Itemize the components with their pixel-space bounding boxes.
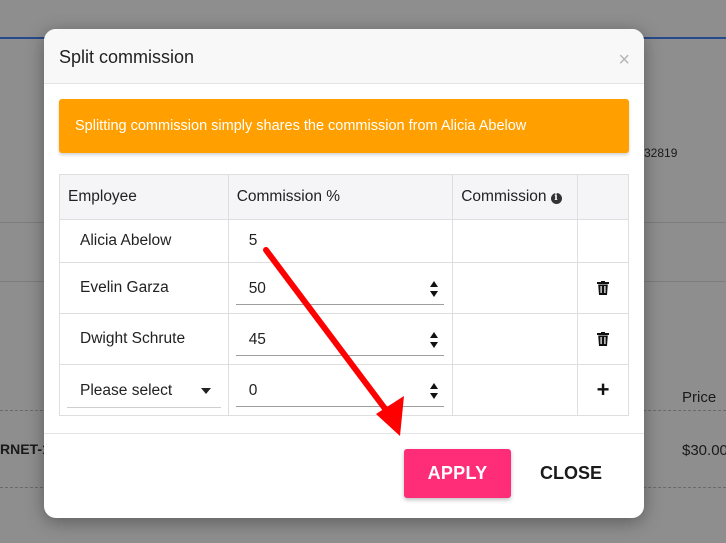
caret-down-icon — [200, 388, 211, 394]
table-row: Evelin Garza 50 — [59, 262, 629, 314]
commission-percent-value: 50 — [248, 280, 266, 297]
commission-percent-value: 0 — [248, 382, 258, 399]
commission-percent-input[interactable]: 45 — [235, 323, 445, 356]
table-row: Dwight Schrute 45 — [59, 313, 629, 365]
employee-name: Evelin Garza — [80, 279, 169, 296]
plus-icon[interactable]: + — [597, 379, 610, 401]
actions-header — [577, 174, 629, 220]
commission-table: Employee Commission % Commission i Alicia… — [59, 174, 629, 416]
bg-row-price: $30.00 — [682, 442, 726, 459]
trash-icon[interactable] — [597, 281, 610, 295]
employee-select[interactable]: Please select — [67, 374, 221, 408]
bg-id-fragment: 32819 — [644, 146, 678, 160]
modal-footer: APPLY CLOSE — [44, 433, 644, 518]
employee-select-value: Please select — [80, 382, 173, 399]
commission-percent-input[interactable]: 0 — [235, 374, 445, 407]
apply-button[interactable]: APPLY — [404, 449, 511, 498]
commission-header: Commission i — [452, 174, 579, 220]
number-spinner[interactable] — [430, 280, 440, 298]
modal-header: Split commission × — [44, 29, 644, 84]
commission-percent: 5 — [248, 232, 258, 249]
commission-pct-header: Commission % — [227, 174, 454, 220]
close-button[interactable]: CLOSE — [526, 449, 616, 498]
commission-percent-value: 45 — [248, 331, 266, 348]
split-commission-modal: Split commission × Splitting commission … — [44, 29, 644, 518]
number-spinner[interactable] — [430, 331, 440, 349]
employee-header-label: Employee — [68, 188, 137, 205]
new-split-row: Please select 0 + — [59, 364, 629, 416]
warning-alert: Splitting commission simply shares the c… — [59, 99, 629, 153]
trash-icon[interactable] — [597, 332, 610, 346]
employee-name: Dwight Schrute — [80, 330, 186, 347]
modal-title: Split commission — [59, 47, 195, 67]
table-header-row: Employee Commission % Commission i — [59, 174, 629, 220]
commission-header-label: Commission — [461, 188, 547, 205]
commission-pct-header-label: Commission % — [236, 188, 341, 205]
employee-name: Alicia Abelow — [80, 232, 172, 249]
commission-percent-input[interactable]: 50 — [235, 272, 445, 305]
bg-price-header: Price — [682, 389, 717, 406]
modal-close-icon[interactable]: × — [618, 50, 630, 70]
table-row: Alicia Abelow 5 — [59, 219, 629, 263]
employee-header: Employee — [59, 174, 229, 220]
number-spinner[interactable] — [430, 382, 440, 400]
info-icon[interactable]: i — [550, 193, 562, 204]
